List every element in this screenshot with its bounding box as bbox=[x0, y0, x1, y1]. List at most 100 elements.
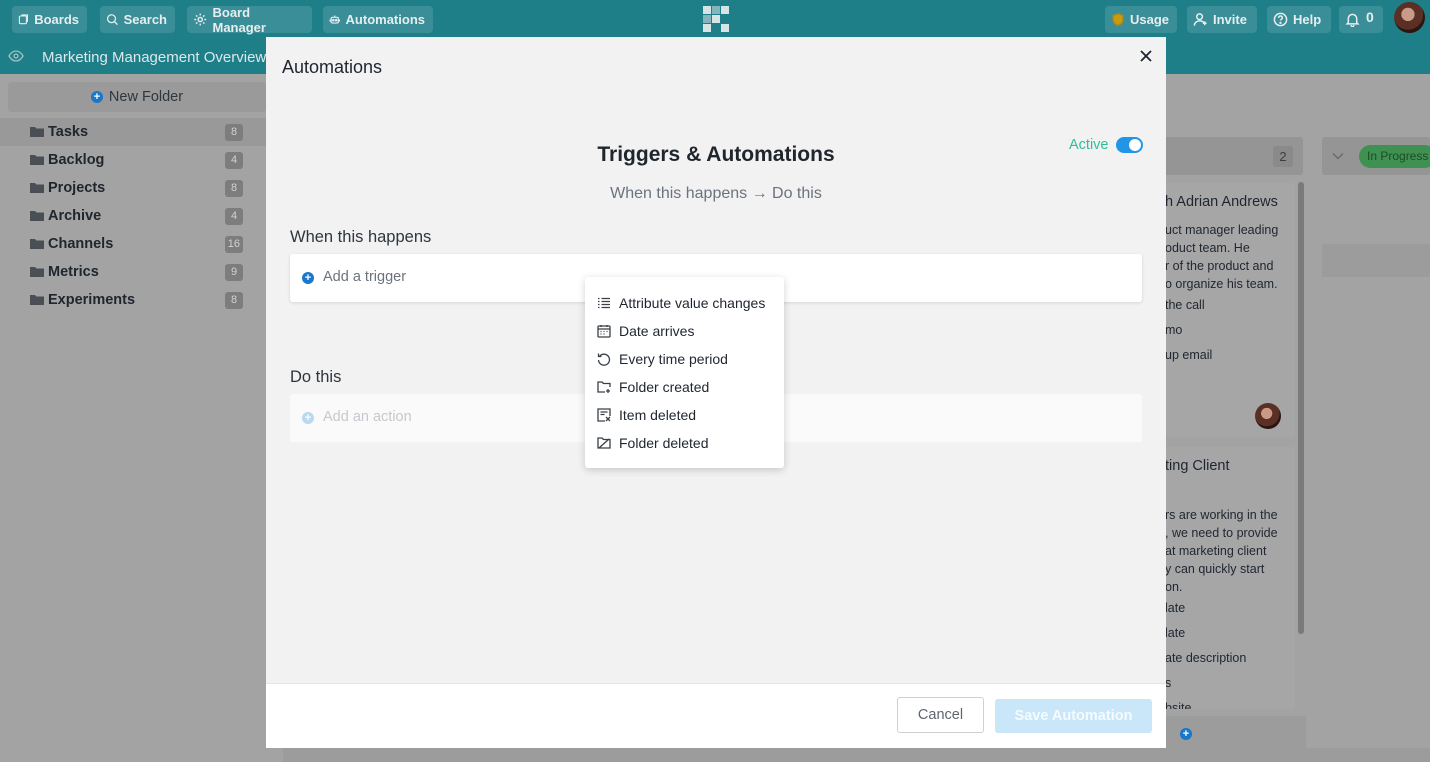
card-text: o organize his team. bbox=[1165, 277, 1278, 291]
folder-icon bbox=[30, 295, 44, 305]
board-card[interactable]: ting Client rs are working in the , we n… bbox=[1153, 447, 1295, 709]
cancel-button[interactable]: Cancel bbox=[897, 697, 984, 733]
add-card-strip[interactable]: + bbox=[1153, 716, 1306, 749]
new-folder-label: New Folder bbox=[108, 89, 184, 105]
save-automation-button[interactable]: Save Automation bbox=[995, 699, 1152, 733]
add-action-label: Add an action bbox=[323, 409, 412, 425]
menu-item-every-time-period[interactable]: Every time period bbox=[585, 345, 784, 373]
search-button[interactable]: Search bbox=[100, 6, 175, 33]
plus-icon: + bbox=[90, 91, 103, 103]
folder-label: Backlog bbox=[48, 152, 105, 168]
menu-item-item-deleted[interactable]: Item deleted bbox=[585, 401, 784, 429]
folder-count: 4 bbox=[225, 208, 243, 225]
folder-item-backlog[interactable]: Backlog 4 bbox=[0, 146, 266, 174]
status-badge: In Progress bbox=[1359, 145, 1430, 168]
boards-label: Boards bbox=[34, 12, 79, 27]
robot-icon bbox=[329, 15, 341, 24]
board-bottom-strip bbox=[283, 748, 1430, 762]
automations-label: Automations bbox=[345, 12, 425, 27]
folder-item-projects[interactable]: Projects 8 bbox=[0, 174, 266, 202]
menu-item-attribute-value-changes[interactable]: Attribute value changes bbox=[585, 289, 784, 317]
item-deleted-icon bbox=[597, 408, 611, 422]
folder-icon bbox=[30, 155, 44, 165]
card-text: y can quickly start bbox=[1165, 562, 1265, 576]
plus-icon: + bbox=[1180, 728, 1192, 740]
plus-icon: + bbox=[302, 412, 314, 424]
help-icon bbox=[1273, 12, 1288, 27]
folder-item-tasks[interactable]: Tasks 8 bbox=[0, 118, 266, 146]
user-avatar[interactable] bbox=[1394, 2, 1425, 33]
folder-label: Channels bbox=[48, 236, 114, 252]
folder-item-metrics[interactable]: Metrics 9 bbox=[0, 258, 266, 286]
folder-item-experiments[interactable]: Experiments 8 bbox=[0, 286, 266, 314]
bell-icon bbox=[1345, 13, 1360, 27]
menu-item-label: Date arrives bbox=[619, 323, 695, 339]
folder-sidebar: + New Folder Tasks 8 Backlog 4 Projects … bbox=[0, 74, 266, 762]
usage-button[interactable]: Usage bbox=[1105, 6, 1177, 33]
board-manager-button[interactable]: Board Manager bbox=[187, 4, 312, 35]
folder-deleted-icon bbox=[597, 437, 611, 449]
automations-button[interactable]: Automations bbox=[323, 6, 433, 33]
column-count: 2 bbox=[1273, 146, 1293, 167]
eye-icon[interactable] bbox=[8, 50, 24, 62]
folder-count: 8 bbox=[225, 180, 243, 197]
shield-icon bbox=[1112, 13, 1124, 26]
folder-label: Tasks bbox=[48, 124, 89, 140]
boards-button[interactable]: Boards bbox=[12, 6, 87, 33]
folder-count: 8 bbox=[225, 124, 243, 141]
folder-label: Metrics bbox=[48, 264, 99, 280]
folder-icon bbox=[30, 127, 44, 137]
notifications-count: 0 bbox=[1366, 9, 1374, 25]
boards-icon bbox=[18, 14, 29, 25]
flow-subheading: When this happens → Do this bbox=[610, 185, 822, 202]
folder-icon bbox=[30, 211, 44, 221]
folder-count: 16 bbox=[224, 236, 243, 253]
folder-count: 4 bbox=[225, 152, 243, 169]
board-title: Marketing Management Overview bbox=[42, 49, 267, 66]
modal-footer: Cancel Save Automation bbox=[266, 683, 1166, 748]
folder-count: 9 bbox=[225, 264, 243, 281]
folder-icon bbox=[30, 239, 44, 249]
new-folder-button[interactable]: + New Folder bbox=[8, 82, 266, 112]
invite-button[interactable]: Invite bbox=[1187, 6, 1257, 33]
folder-count: 8 bbox=[225, 292, 243, 309]
folder-icon bbox=[30, 183, 44, 193]
action-section-label: Do this bbox=[290, 368, 342, 386]
folder-plus-icon bbox=[597, 381, 611, 393]
menu-item-folder-created[interactable]: Folder created bbox=[585, 373, 784, 401]
gear-icon bbox=[194, 13, 207, 26]
card-avatar bbox=[1255, 403, 1281, 429]
card-checklist-item: late bbox=[1165, 626, 1186, 640]
menu-item-label: Attribute value changes bbox=[619, 295, 766, 311]
placeholder-row bbox=[1322, 244, 1430, 277]
menu-item-folder-deleted[interactable]: Folder deleted bbox=[585, 429, 784, 457]
board-card[interactable]: h Adrian Andrews uct manager leading odu… bbox=[1153, 183, 1295, 437]
card-text: uct manager leading bbox=[1165, 223, 1279, 237]
menu-item-label: Item deleted bbox=[619, 407, 697, 423]
trigger-type-menu: Attribute value changes Date arrives Eve… bbox=[585, 277, 784, 468]
folder-item-archive[interactable]: Archive 4 bbox=[0, 202, 266, 230]
chevron-down-icon[interactable] bbox=[1332, 152, 1344, 160]
card-text: rs are working in the bbox=[1165, 508, 1278, 522]
menu-item-date-arrives[interactable]: Date arrives bbox=[585, 317, 784, 345]
help-button[interactable]: Help bbox=[1267, 6, 1331, 33]
notifications-button[interactable] bbox=[1339, 6, 1383, 33]
card-title: h Adrian Andrews bbox=[1165, 194, 1278, 210]
invite-label: Invite bbox=[1213, 12, 1247, 27]
board-manager-label: Board Manager bbox=[212, 4, 266, 35]
column-scrollbar[interactable] bbox=[1298, 182, 1304, 634]
plus-icon: + bbox=[302, 272, 314, 284]
user-plus-icon bbox=[1193, 13, 1207, 26]
folder-label: Experiments bbox=[48, 292, 136, 308]
app-logo[interactable] bbox=[702, 5, 730, 33]
top-navigation: Boards Search Board Manager Automations … bbox=[0, 0, 1430, 37]
active-toggle[interactable] bbox=[1116, 137, 1143, 153]
folder-label: Projects bbox=[48, 180, 106, 196]
card-checklist-item: the call bbox=[1165, 298, 1205, 312]
close-icon[interactable] bbox=[1139, 49, 1153, 63]
help-label: Help bbox=[1293, 12, 1322, 27]
card-checklist-item: bsite bbox=[1165, 701, 1192, 709]
add-trigger-label: Add a trigger bbox=[323, 269, 407, 285]
folder-item-channels[interactable]: Channels 16 bbox=[0, 230, 266, 258]
list-icon bbox=[598, 297, 610, 309]
